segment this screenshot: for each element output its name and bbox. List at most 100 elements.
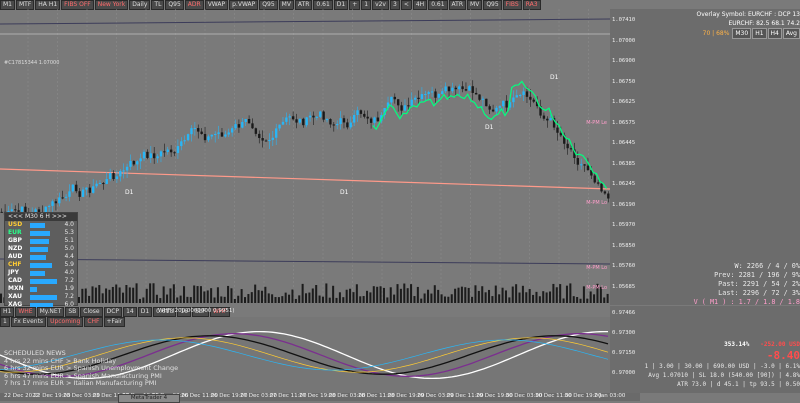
news-button-2[interactable]: Upcoming xyxy=(47,317,84,327)
currency-row-mxn[interactable]: MXN 1.9 xyxy=(5,285,77,293)
currency-strength-bar xyxy=(30,270,45,276)
currency-row-chf[interactable]: CHF 5.9 xyxy=(5,261,77,269)
candle-body xyxy=(451,87,454,92)
oscillator-label: WHF (200.0000000 0.9951) xyxy=(158,308,235,314)
indicator-button-5[interactable]: DCP xyxy=(103,307,123,317)
candle-body xyxy=(88,187,91,193)
candle-body xyxy=(569,148,573,150)
indicator-button-4[interactable]: Close xyxy=(80,307,103,317)
candle-body xyxy=(227,132,230,135)
candle-body xyxy=(281,121,285,125)
candle-body xyxy=(241,121,244,128)
scheduled-news: SCHEDULED NEWS 4 hrs 22 mins CHF > Bank … xyxy=(4,349,304,388)
currency-row-gbp[interactable]: GBP 5.1 xyxy=(5,237,77,245)
candle-body xyxy=(129,160,132,167)
volume-bar xyxy=(555,287,558,303)
indicator-button-2[interactable]: My.NET xyxy=(36,307,65,317)
level-label: D1 xyxy=(485,124,494,131)
main-price-chart[interactable]: D1 D1 D1 D1 M-PM Le M-PM Lo M-PM Lo M-PM Lo xyxy=(0,9,610,305)
overlay-tag-m30[interactable]: M30 xyxy=(732,28,752,39)
volume-bar xyxy=(450,294,453,303)
volume-bar xyxy=(542,291,545,303)
candle-body xyxy=(298,118,302,123)
volume-bar xyxy=(122,292,125,303)
volume-bar xyxy=(294,298,297,303)
ma-line-low xyxy=(0,258,610,265)
overlay-tag-avg[interactable]: Avg xyxy=(782,28,800,39)
currency-strength-bar xyxy=(30,238,49,244)
volume-bar xyxy=(308,292,311,303)
volume-bar xyxy=(447,296,450,303)
currency-row-eur[interactable]: EUR 5.3 xyxy=(5,229,77,237)
candle-body xyxy=(325,119,329,121)
trade-pct-value: 353.14% xyxy=(724,341,750,348)
candle-body xyxy=(14,209,17,211)
volume-bar xyxy=(244,297,247,303)
chart-tab[interactable]: MetaTrader 4 xyxy=(118,394,180,403)
volume-bar xyxy=(203,291,206,303)
overlay-tag-h1[interactable]: H1 xyxy=(752,28,767,39)
currency-strength-bar xyxy=(30,230,50,236)
currency-row-nzd[interactable]: NZD 5.0 xyxy=(5,245,77,253)
price-tick: 1.05760 xyxy=(612,263,636,269)
currency-value: 5.3 xyxy=(64,229,74,236)
volume-bar xyxy=(559,284,562,303)
indicator-button-6[interactable]: 14 xyxy=(123,307,137,317)
currency-value: 4.4 xyxy=(64,253,74,260)
news-button-4[interactable]: +Fair xyxy=(103,317,126,327)
volume-bar xyxy=(223,296,226,303)
currency-row-jpy[interactable]: JPY 4.0 xyxy=(5,269,77,277)
candle-body xyxy=(214,133,217,135)
volume-bar xyxy=(491,296,494,303)
candle-body xyxy=(505,100,508,108)
candle-body xyxy=(322,111,325,120)
stats-prev: Prev: 2281 / 196 / 9% xyxy=(714,271,800,279)
osc-tick: 0.97150 xyxy=(612,350,636,356)
volume-bar xyxy=(538,296,541,303)
trade-delta: -252.00 USD xyxy=(760,341,800,348)
overlay-pct-line: 70 | 68% M30 H1 H4 Avg xyxy=(672,28,800,39)
candle-body xyxy=(132,160,136,165)
candle-body xyxy=(271,137,274,140)
indicator-button-1[interactable]: WHE xyxy=(15,307,36,317)
volume-bar xyxy=(179,295,182,303)
candle-body xyxy=(369,118,373,123)
volume-bar xyxy=(220,296,223,303)
volume-bar xyxy=(216,287,219,303)
volume-bar xyxy=(98,285,101,303)
candle-body xyxy=(85,187,88,190)
volume-bar xyxy=(77,297,80,303)
indicator-button-3[interactable]: SB xyxy=(65,307,80,317)
currency-value: 5.0 xyxy=(64,245,74,252)
currency-row-usd[interactable]: USD 4.0 xyxy=(5,221,77,229)
candle-body xyxy=(115,176,119,180)
candle-body xyxy=(210,134,213,137)
candle-body xyxy=(566,143,569,149)
currency-row-aud[interactable]: AUD 4.4 xyxy=(5,253,77,261)
currency-row-cad[interactable]: CAD 7.2 xyxy=(5,277,77,285)
indicator-button-7[interactable]: D1 xyxy=(137,307,153,317)
candle-body xyxy=(186,134,190,141)
indicator-button-0[interactable]: H1 xyxy=(0,307,15,317)
volume-bar xyxy=(362,296,365,303)
candle-body xyxy=(319,111,322,117)
volume-bar xyxy=(118,287,121,303)
news-button-3[interactable]: CHF xyxy=(84,317,103,327)
volume-bar xyxy=(152,283,155,303)
candle-body xyxy=(278,124,281,129)
candle-body xyxy=(427,92,430,94)
currency-panel-header[interactable]: <<< M30 6 H >>> xyxy=(5,213,77,221)
volume-bar xyxy=(372,286,375,303)
news-item[interactable]: 7 hrs 17 mins EUR > Italian Manufacturin… xyxy=(4,379,304,388)
candle-body xyxy=(420,94,424,99)
candle-body xyxy=(468,86,471,91)
candle-body xyxy=(180,141,183,147)
news-button-0[interactable]: 1 xyxy=(0,317,10,327)
candle-body xyxy=(359,110,363,114)
news-button-1[interactable]: Fx Events xyxy=(10,317,47,327)
currency-name: AUD xyxy=(8,253,23,260)
overlay-tag-h4[interactable]: H4 xyxy=(767,28,782,39)
currency-row-xau[interactable]: XAU 7.2 xyxy=(5,293,77,301)
level-label: D1 xyxy=(550,74,559,81)
candle-body xyxy=(295,119,298,123)
